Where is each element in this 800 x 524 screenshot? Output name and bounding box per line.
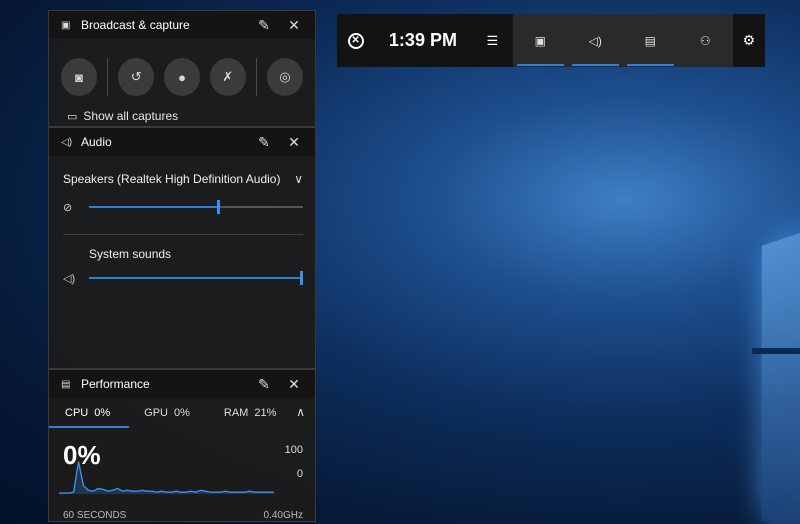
master-volume-row: ⊘: [49, 190, 315, 224]
tab-cpu-value: 0%: [94, 407, 111, 419]
game-bar-top: ✕ 1:39 PM ☰ ▣ ◁) ▤ ⚇ ⚙: [337, 14, 765, 67]
tab-cpu[interactable]: CPU 0%: [65, 407, 110, 419]
performance-widget-toggle[interactable]: ▤: [623, 14, 678, 67]
master-volume-slider[interactable]: [89, 200, 303, 214]
close-icon[interactable]: ✕: [283, 376, 305, 393]
broadcast-live-icon: ◎: [279, 69, 291, 84]
windows-logo-light: [761, 229, 800, 524]
tab-ram[interactable]: RAM 21%: [224, 407, 276, 419]
clock: 1:39 PM: [388, 30, 457, 50]
master-volume-fill: [89, 206, 217, 208]
capture-separator: [255, 58, 257, 96]
speaker-muted-icon[interactable]: ⊘: [63, 201, 89, 214]
graph-scale-min: 0: [296, 468, 303, 480]
audio-panel: ◁) Audio ✎ ✕ Speakers (Realtek High Defi…: [48, 127, 316, 369]
capture-widget-icon: ▣: [534, 33, 546, 48]
graph-time-span: 60 SECONDS: [63, 510, 127, 521]
close-icon[interactable]: ✕: [283, 134, 305, 151]
tab-gpu-label: GPU: [144, 407, 168, 419]
capture-buttons-row: ◙ ↺ ● ✗ ◎: [49, 39, 315, 101]
social-widget-toggle[interactable]: ⚇: [678, 14, 733, 67]
tab-gpu-value: 0%: [173, 407, 190, 419]
gallery-icon: ▭: [67, 110, 78, 123]
capture-widget-toggle[interactable]: ▣: [513, 14, 568, 67]
settings-button[interactable]: ⚙: [733, 14, 765, 67]
show-all-captures-label: Show all captures: [83, 109, 179, 123]
speaker-icon: ◁): [61, 136, 73, 148]
tab-ram-value: 21%: [254, 407, 277, 419]
audio-panel-title: Audio: [81, 135, 112, 149]
screenshot-button[interactable]: ◙: [61, 58, 98, 96]
audio-device-select[interactable]: Speakers (Realtek High Definition Audio)…: [49, 156, 315, 190]
system-sounds-row: ◁): [49, 261, 315, 295]
mic-toggle-button[interactable]: ✗: [209, 58, 246, 96]
widget-menu-button[interactable]: ☰: [472, 14, 513, 67]
start-broadcast-button[interactable]: ◎: [266, 58, 303, 96]
tab-gpu[interactable]: GPU 0%: [144, 407, 190, 419]
pin-icon[interactable]: ✎: [253, 17, 275, 34]
gear-icon: ⚙: [742, 32, 756, 48]
cpu-graph-area: 0% 100 0 60 SECONDS 0.40GHz: [49, 428, 315, 521]
performance-icon: ▤: [61, 378, 71, 390]
performance-panel: ▤ Performance ✎ ✕ CPU 0% GPU 0% RAM 21% ∧ 0…: [48, 369, 316, 522]
audio-widget-toggle[interactable]: ◁): [568, 14, 623, 67]
xbox-button[interactable]: ✕: [337, 14, 374, 67]
system-sounds-speaker-icon[interactable]: ◁): [63, 272, 89, 285]
broadcast-icon: ▣: [61, 19, 71, 31]
broadcast-capture-panel: ▣ Broadcast & capture ✎ ✕ ◙ ↺ ● ✗ ◎ ▭ Sh…: [48, 10, 316, 127]
cpu-clock-speed: 0.40GHz: [263, 510, 303, 521]
pin-icon[interactable]: ✎: [253, 376, 275, 393]
close-icon[interactable]: ✕: [283, 17, 305, 34]
social-widget-icon: ⚇: [699, 33, 711, 48]
chevron-down-icon[interactable]: ∨: [294, 172, 303, 186]
broadcast-panel-title: Broadcast & capture: [81, 18, 190, 32]
mic-off-icon: ✗: [222, 69, 234, 84]
tab-ram-label: RAM: [223, 407, 249, 419]
master-volume-thumb[interactable]: [217, 200, 220, 214]
record-last-30s-button[interactable]: ↺: [118, 58, 155, 96]
menu-icon: ☰: [486, 32, 499, 48]
record-icon: ●: [178, 69, 186, 85]
capture-separator: [107, 58, 109, 96]
audio-device-name: Speakers (Realtek High Definition Audio): [63, 172, 281, 186]
chevron-up-icon[interactable]: ∧: [296, 405, 305, 419]
performance-tabs: CPU 0% GPU 0% RAM 21% ∧: [49, 398, 315, 428]
performance-widget-icon: ▤: [644, 33, 656, 48]
audio-widget-icon: ◁): [588, 33, 602, 48]
cpu-current-value: 0%: [63, 440, 101, 470]
xbox-icon: ✕: [347, 32, 364, 49]
performance-panel-header: ▤ Performance ✎ ✕: [49, 370, 315, 398]
audio-panel-header: ◁) Audio ✎ ✕: [49, 128, 315, 156]
system-sounds-fill: [89, 277, 303, 279]
system-sounds-slider[interactable]: [89, 271, 303, 285]
start-recording-button[interactable]: ●: [163, 58, 201, 96]
show-all-captures-link[interactable]: ▭ Show all captures: [49, 101, 315, 123]
pin-icon[interactable]: ✎: [253, 134, 275, 151]
record-last-icon: ↺: [130, 69, 142, 84]
graph-scale-max: 100: [284, 444, 303, 456]
tab-cpu-label: CPU: [65, 407, 89, 419]
camera-icon: ◙: [75, 69, 84, 85]
system-sounds-label: System sounds: [89, 247, 172, 261]
broadcast-panel-header: ▣ Broadcast & capture ✎ ✕: [49, 11, 315, 39]
performance-panel-title: Performance: [81, 377, 150, 391]
windows-logo-divider: [752, 348, 800, 354]
system-sounds-thumb[interactable]: [300, 271, 303, 285]
widget-toggles: ▣ ◁) ▤ ⚇: [512, 14, 733, 67]
